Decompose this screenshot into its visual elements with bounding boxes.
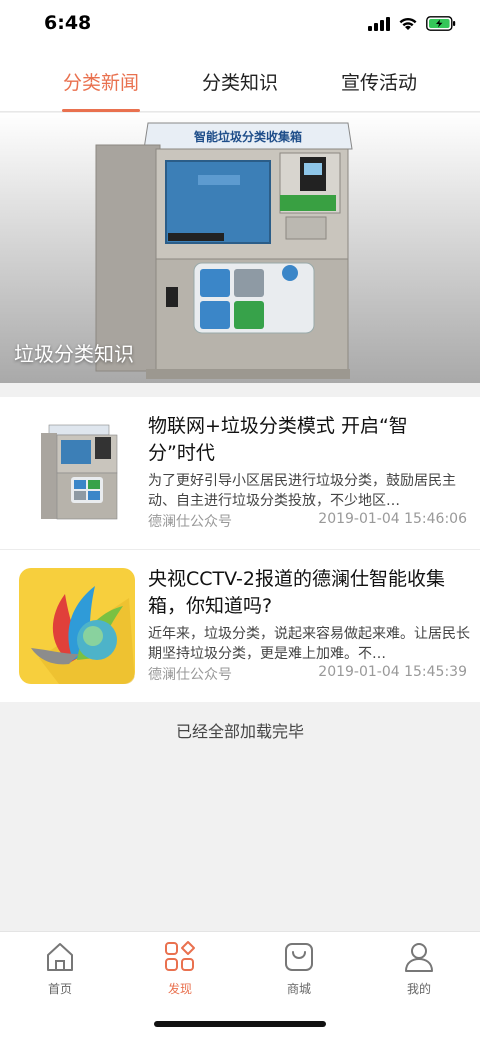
- nav-label: 商城: [286, 982, 311, 996]
- profile-icon: [405, 943, 433, 972]
- nav-item-profile[interactable]: 我的: [379, 940, 459, 997]
- nav-label: 发现: [167, 982, 192, 996]
- news-summary: 为了更好引导小区居民进行垃圾分类，鼓励居民主动、自主进行垃圾分类投放，不少地区…: [148, 473, 456, 509]
- sorting-machine-thumbnail-icon: [19, 415, 135, 531]
- battery-charging-icon: [426, 16, 456, 31]
- nav-label: 我的: [406, 982, 431, 996]
- shop-bag-icon: [285, 943, 313, 971]
- news-thumbnail: [19, 568, 135, 684]
- nav-item-home[interactable]: 首页: [20, 940, 100, 997]
- news-list: 物联网+垃圾分类模式 开启“智分”时代 为了更好引导小区居民进行垃圾分类，鼓励居…: [0, 397, 480, 702]
- tab-label: 分类知识: [201, 72, 278, 94]
- news-title: 物联网+垃圾分类模式 开启“智分”时代: [148, 415, 408, 464]
- home-icon: [47, 943, 73, 971]
- news-item[interactable]: 央视CCTV-2报道的德澜仕智能收集箱，你知道吗? 近年来，垃圾分类，说起来容易…: [0, 549, 480, 701]
- banner-caption: 垃圾分类知识: [14, 342, 134, 366]
- brand-logo-thumbnail-icon: [19, 568, 135, 684]
- news-timestamp: 2019-01-04 15:46:06: [318, 511, 467, 527]
- load-complete-text: 已经全部加载完毕: [175, 722, 304, 741]
- discover-icon: [165, 941, 195, 971]
- tab-category-news[interactable]: 分类新闻: [60, 68, 142, 112]
- active-tab-indicator: [62, 109, 140, 112]
- news-item[interactable]: 物联网+垃圾分类模式 开启“智分”时代 为了更好引导小区居民进行垃圾分类，鼓励居…: [0, 397, 480, 549]
- news-title: 央视CCTV-2报道的德澜仕智能收集箱，你知道吗?: [148, 568, 445, 617]
- status-bar: 6:48: [0, 0, 480, 52]
- featured-banner[interactable]: 智能垃圾分类收集箱 垃圾分类知识: [0, 113, 480, 383]
- news-timestamp: 2019-01-04 15:45:39: [318, 664, 467, 680]
- news-source: 德澜仕公众号: [148, 667, 232, 683]
- tab-promotion-events[interactable]: 宣传活动: [338, 68, 420, 112]
- tab-category-knowledge[interactable]: 分类知识: [199, 68, 281, 112]
- status-icons: [368, 16, 456, 31]
- wifi-icon: [399, 17, 417, 30]
- nav-item-shop[interactable]: 商城: [259, 940, 339, 997]
- nav-label: 首页: [47, 982, 72, 996]
- news-source: 德澜仕公众号: [148, 514, 232, 530]
- category-tabs: 分类新闻 分类知识 宣传活动: [0, 52, 480, 112]
- status-time: 6:48: [44, 12, 92, 34]
- tab-label: 分类新闻: [62, 72, 139, 94]
- cellular-signal-icon: [368, 16, 390, 31]
- news-thumbnail: [19, 415, 135, 531]
- home-indicator: [154, 1021, 326, 1027]
- machine-sign-text: 智能垃圾分类收集箱: [193, 129, 302, 144]
- news-summary: 近年来，垃圾分类，说起来容易做起来难。让居民长期坚持垃圾分类，更是难上加难。不…: [148, 626, 470, 662]
- tab-label: 宣传活动: [340, 72, 417, 94]
- nav-item-discover[interactable]: 发现: [140, 940, 220, 997]
